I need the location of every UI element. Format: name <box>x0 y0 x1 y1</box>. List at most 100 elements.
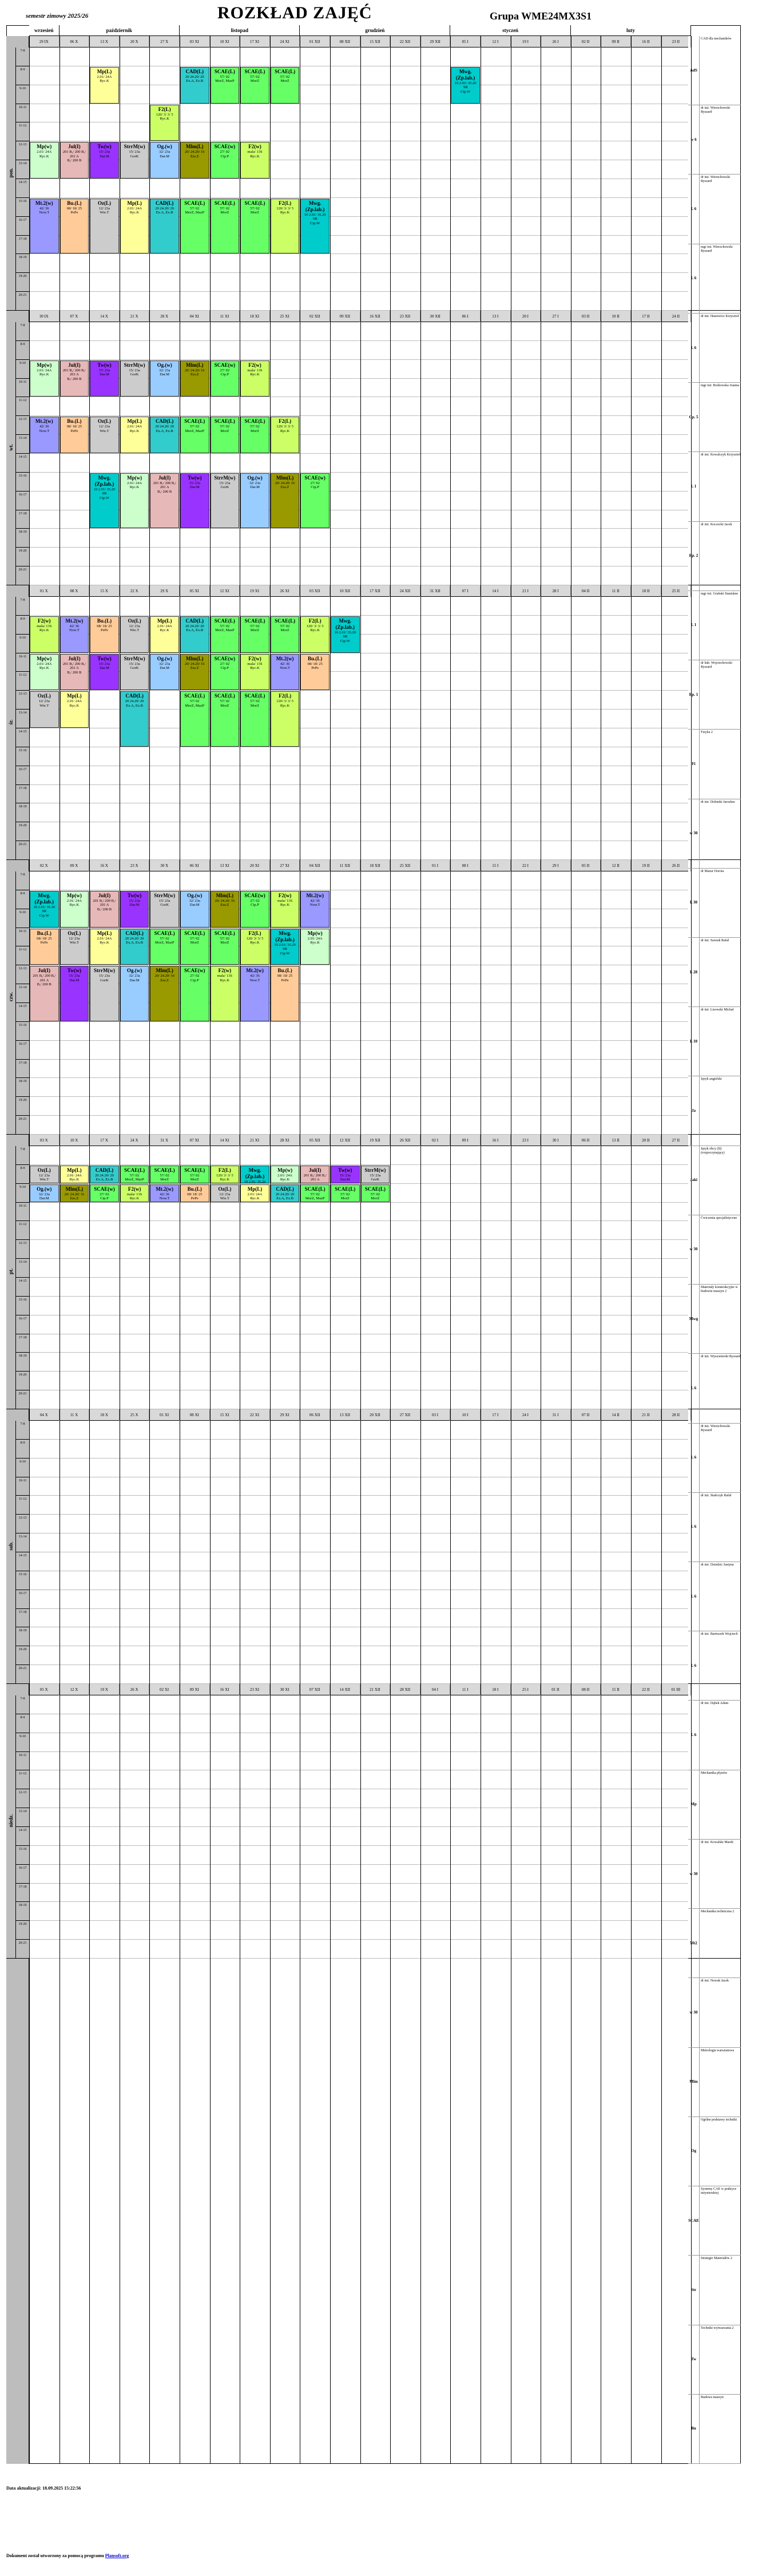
column-line <box>149 36 150 2464</box>
hour-line <box>29 1183 688 1184</box>
legend-item: SCAE Systemy CAE w praktyce inżynierskiej <box>688 2186 741 2256</box>
class-room: B,/ 200 B <box>67 158 82 163</box>
class-cell: F2(L) 120/ 3/ 3/ 5 Ryc.K <box>270 691 300 747</box>
hour-label: 20-21 <box>15 1116 29 1135</box>
hour-label: 8-9 <box>15 615 29 635</box>
date-cell: 13 XII <box>330 1409 360 1421</box>
class-code: Mp(L) <box>157 617 172 624</box>
month-label: grudzień <box>300 25 451 36</box>
class-room: Cip.P <box>311 485 319 490</box>
class-info: 10 2.01/ 35.20 SR <box>33 905 55 914</box>
date-cell: 19 XII <box>360 1135 391 1146</box>
hour-line <box>29 1958 688 1959</box>
legend-name: dr hab. Wojciechowski Ryszard <box>701 661 732 669</box>
class-code: Jul(I) <box>68 144 81 150</box>
date-cell: 06 XII <box>300 1409 330 1421</box>
hour-label: 14-15 <box>15 1552 29 1571</box>
class-code: Og.(w) <box>37 1186 52 1192</box>
class-cell: F2(w) mala/ 13S Ryc.K <box>240 653 269 691</box>
class-info: 15/ 23a <box>98 661 110 666</box>
legend-code: Mwg <box>688 1285 700 1354</box>
class-info: 12/ 23a <box>129 624 140 628</box>
hour-label: 14-15 <box>15 179 29 198</box>
hour-line <box>29 1826 688 1827</box>
legend-name: Strategie Materiałów 2 <box>701 2257 732 2261</box>
class-room: Ryc.K <box>250 1196 260 1201</box>
class-cell: Jul(I)201 B,/ 200 B,/ 201 AB,/ 200 B <box>59 360 89 397</box>
class-code: StrrM(w) <box>214 474 236 481</box>
class-info: 32/ 23a <box>159 368 170 372</box>
hour-label: 11-12 <box>15 1770 29 1790</box>
date-cell: 02 XI <box>149 1684 180 1695</box>
class-room: Dar.M <box>129 978 140 982</box>
class-room: Ryc.K <box>129 429 140 433</box>
date-cell: 30 X <box>149 860 180 871</box>
class-cell: StrrM(w) 15/ 23a GorK <box>360 1165 390 1183</box>
legend-name: dr inż. Kowalczyk Krzysztof <box>701 453 741 457</box>
date-cell: 16 II <box>631 36 661 47</box>
class-code: Jul(I) <box>68 362 81 368</box>
class-code: Mp(w) <box>277 1167 293 1173</box>
date-cell: 25 II <box>661 585 692 597</box>
legend-code: L 6 <box>688 1492 700 1562</box>
legend-item: Ja Język angielski <box>688 1076 741 1146</box>
date-cell: 15 XII <box>360 36 391 47</box>
legend-code: L 6 <box>688 1423 700 1492</box>
class-info: 42/ 36 <box>160 1192 169 1196</box>
class-code: SCAE(L) <box>275 617 296 624</box>
date-cell: 26 XI <box>270 585 300 597</box>
date-cell: 31 I <box>541 1409 571 1421</box>
class-room: Ess.Z <box>190 154 199 158</box>
date-cell: 06 II <box>571 1135 601 1146</box>
date-cell: 27 XI <box>270 860 300 871</box>
class-room: MorZ <box>340 1196 350 1201</box>
date-cell: 03 I <box>420 1409 451 1421</box>
hour-label: 13-14 <box>15 1533 29 1552</box>
class-info: 57/ 02 <box>220 624 230 628</box>
group-label: Grupa WME24MX3S1 <box>490 10 592 22</box>
hour-label: 14-15 <box>15 1827 29 1846</box>
column-line <box>420 36 421 2464</box>
class-cell: F2(L) 120/ 3/ 3/ 5 Ryc.K <box>240 928 269 965</box>
class-code: Mp(L) <box>127 200 142 206</box>
class-room: Ryc.K <box>280 429 290 433</box>
hour-label: 10-11 <box>15 104 29 123</box>
hour-label: 7-8 <box>15 1421 29 1440</box>
class-room: Now.T <box>309 903 320 907</box>
class-room: Dar.M <box>160 666 170 671</box>
class-room: Cip.W <box>461 89 471 94</box>
date-cell: 06 XI <box>180 860 210 871</box>
class-cell: Mt.2(w) 42/ 36 Now.T <box>150 1184 179 1202</box>
date-cell: 07 XII <box>300 1684 330 1695</box>
day-label-text: czw. <box>8 992 14 1002</box>
class-info: 32/ 23a <box>159 661 170 666</box>
class-room: Ess.Z <box>280 485 289 490</box>
class-cell: Bu.(L) 08/ 18/ 25 PePe <box>90 616 119 653</box>
class-code: Mp(L) <box>97 930 112 936</box>
hour-label: 14-15 <box>15 1278 29 1297</box>
class-room: MorZ <box>280 628 289 633</box>
class-cell: Mwg.(Zp.lab.)10 2.01/ 35.20 SRCip.W <box>90 473 119 529</box>
date-cell: 31 XII <box>420 585 451 597</box>
date-cell: 25 XII <box>390 860 420 871</box>
date-cell: 01 I <box>420 860 451 871</box>
plansoft-link[interactable]: Plansoft.org <box>105 2553 129 2558</box>
class-info: 57/ 02 <box>310 1192 320 1196</box>
class-cell: SCAE(L) 57/ 02 MorZ <box>240 691 269 747</box>
day-label-text: pt. <box>8 1268 14 1275</box>
class-room: MorZ <box>250 429 260 433</box>
class-code: Mt.2(w) <box>65 617 84 624</box>
class-cell: Mt.2(w) 42/ 36 Now.T <box>59 616 89 653</box>
date-cell: 05 X <box>29 1684 59 1695</box>
class-code: StrrM(w) <box>93 968 115 974</box>
generated-by-text: Dokument został utworzony za pomocą prog… <box>6 2553 104 2558</box>
date-cell: 04 X <box>29 1409 59 1421</box>
class-cell: Og.(w) 32/ 23a Dar.M <box>30 1184 59 1202</box>
date-cell: 03 XII <box>300 585 330 597</box>
class-room: Dar.M <box>100 372 109 377</box>
date-cell: 24 XI <box>270 36 300 47</box>
class-cell: SCAE(w) 27/ 02 Cip.P <box>210 653 240 691</box>
date-cell: 27 X <box>149 36 180 47</box>
date-cell: 19 II <box>631 860 661 871</box>
class-room: Now.T <box>280 666 290 671</box>
